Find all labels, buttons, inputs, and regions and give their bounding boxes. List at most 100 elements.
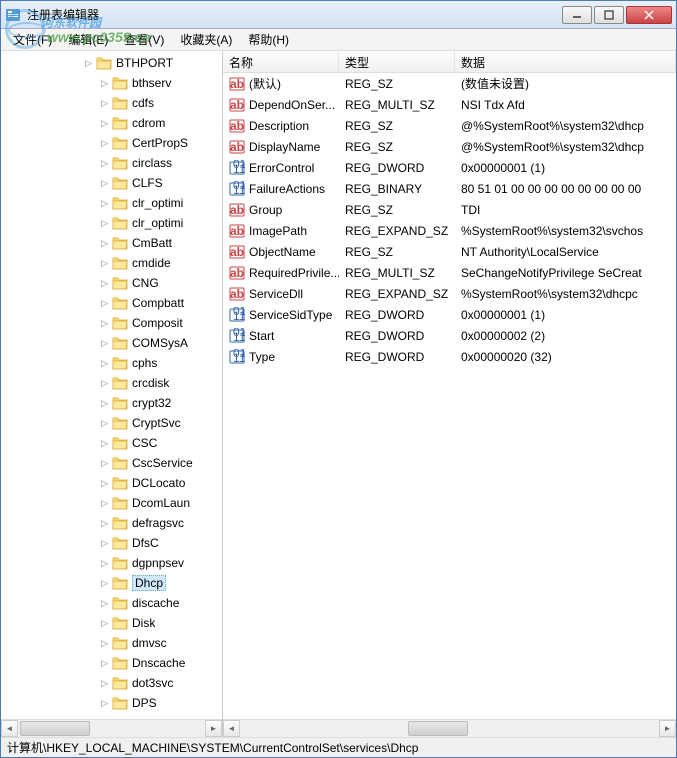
expand-icon[interactable]: ▷ [99,278,110,289]
tree-item[interactable]: ▷cdfs [1,93,222,113]
menu-edit[interactable]: 编辑(E) [60,29,116,50]
tree-item[interactable]: ▷dot3svc [1,673,222,693]
scroll-left-icon[interactable]: ◄ [223,720,240,737]
expand-icon[interactable]: ▷ [99,258,110,269]
expand-icon[interactable]: ▷ [99,218,110,229]
expand-icon[interactable]: ▷ [99,478,110,489]
expand-icon[interactable]: ▷ [99,618,110,629]
tree-item[interactable]: ▷CryptSvc [1,413,222,433]
expand-icon[interactable]: ▷ [99,418,110,429]
tree-item[interactable]: ▷cmdide [1,253,222,273]
tree-item[interactable]: ▷CSC [1,433,222,453]
expand-icon[interactable]: ▷ [99,598,110,609]
expand-icon[interactable]: ▷ [99,138,110,149]
tree-item[interactable]: ▷bthserv [1,73,222,93]
scroll-left-icon[interactable]: ◄ [1,720,18,737]
list-row[interactable]: abImagePathREG_EXPAND_SZ%SystemRoot%\sys… [223,220,676,241]
list-row[interactable]: abServiceDllREG_EXPAND_SZ%SystemRoot%\sy… [223,283,676,304]
maximize-button[interactable] [594,6,624,24]
scroll-thumb[interactable] [20,721,90,736]
tree-item[interactable]: ▷DcomLaun [1,493,222,513]
tree-item[interactable]: ▷DfsC [1,533,222,553]
tree-item[interactable]: ▷BTHPORT [1,53,222,73]
list-row[interactable]: abRequiredPrivile...REG_MULTI_SZSeChange… [223,262,676,283]
tree-item[interactable]: ▷cphs [1,353,222,373]
expand-icon[interactable]: ▷ [99,238,110,249]
list-row[interactable]: abObjectNameREG_SZNT Authority\LocalServ… [223,241,676,262]
tree-item[interactable]: ▷defragsvc [1,513,222,533]
expand-icon[interactable]: ▷ [99,678,110,689]
tree-item[interactable]: ▷CmBatt [1,233,222,253]
list-row[interactable]: 011110StartREG_DWORD0x00000002 (2) [223,325,676,346]
list-row[interactable]: abDescriptionREG_SZ@%SystemRoot%\system3… [223,115,676,136]
list-row[interactable]: 011110ErrorControlREG_DWORD0x00000001 (1… [223,157,676,178]
tree-item[interactable]: ▷DPS [1,693,222,713]
expand-icon[interactable]: ▷ [99,118,110,129]
expand-icon[interactable]: ▷ [99,558,110,569]
col-header-data[interactable]: 数据 [455,51,676,72]
tree-item[interactable]: ▷CscService [1,453,222,473]
tree-item[interactable]: ▷dgpnpsev [1,553,222,573]
tree-item[interactable]: ▷circlass [1,153,222,173]
list-row[interactable]: abDependOnSer...REG_MULTI_SZNSI Tdx Afd [223,94,676,115]
tree-item[interactable]: ▷clr_optimi [1,213,222,233]
expand-icon[interactable]: ▷ [99,578,110,589]
tree-item[interactable]: ▷crcdisk [1,373,222,393]
list-row[interactable]: abDisplayNameREG_SZ@%SystemRoot%\system3… [223,136,676,157]
list-row[interactable]: 011110ServiceSidTypeREG_DWORD0x00000001 … [223,304,676,325]
tree-item[interactable]: ▷CNG [1,273,222,293]
tree-item[interactable]: ▷Compbatt [1,293,222,313]
menu-help[interactable]: 帮助(H) [240,29,297,50]
tree-item[interactable]: ▷DCLocato [1,473,222,493]
expand-icon[interactable]: ▷ [99,298,110,309]
expand-icon[interactable]: ▷ [99,518,110,529]
list-row[interactable]: 011110FailureActionsREG_BINARY80 51 01 0… [223,178,676,199]
expand-icon[interactable]: ▷ [99,98,110,109]
scroll-right-icon[interactable]: ► [205,720,222,737]
list-hscrollbar[interactable]: ◄ ► [223,719,676,737]
list-row[interactable]: ab(默认)REG_SZ(数值未设置) [223,73,676,94]
expand-icon[interactable]: ▷ [83,58,94,69]
menu-favorites[interactable]: 收藏夹(A) [172,29,240,50]
menu-view[interactable]: 查看(V) [116,29,172,50]
expand-icon[interactable]: ▷ [99,698,110,709]
expand-icon[interactable]: ▷ [99,358,110,369]
expand-icon[interactable]: ▷ [99,538,110,549]
expand-icon[interactable]: ▷ [99,78,110,89]
list-row[interactable]: 011110TypeREG_DWORD0x00000020 (32) [223,346,676,367]
expand-icon[interactable]: ▷ [99,178,110,189]
expand-icon[interactable]: ▷ [99,318,110,329]
expand-icon[interactable]: ▷ [99,158,110,169]
tree-item[interactable]: ▷Disk [1,613,222,633]
tree-item[interactable]: ▷crypt32 [1,393,222,413]
close-button[interactable] [626,6,672,24]
tree-item[interactable]: ▷Composit [1,313,222,333]
expand-icon[interactable]: ▷ [99,378,110,389]
tree-item[interactable]: ▷dmvsc [1,633,222,653]
menu-file[interactable]: 文件(F) [5,29,60,50]
tree-item[interactable]: ▷cdrom [1,113,222,133]
list-row[interactable]: abGroupREG_SZTDI [223,199,676,220]
tree-item[interactable]: ▷discache [1,593,222,613]
tree-hscrollbar[interactable]: ◄ ► [1,719,222,737]
expand-icon[interactable]: ▷ [99,198,110,209]
scroll-thumb[interactable] [408,721,468,736]
expand-icon[interactable]: ▷ [99,498,110,509]
expand-icon[interactable]: ▷ [99,458,110,469]
tree-item[interactable]: ▷CLFS [1,173,222,193]
col-header-name[interactable]: 名称 [223,51,339,72]
col-header-type[interactable]: 类型 [339,51,455,72]
minimize-button[interactable] [562,6,592,24]
tree-item[interactable]: ▷Dnscache [1,653,222,673]
expand-icon[interactable]: ▷ [99,658,110,669]
tree-item[interactable]: ▷Dhcp [1,573,222,593]
tree-item[interactable]: ▷COMSysA [1,333,222,353]
expand-icon[interactable]: ▷ [99,398,110,409]
expand-icon[interactable]: ▷ [99,438,110,449]
expand-icon[interactable]: ▷ [99,638,110,649]
titlebar: 注册表编辑器 [1,1,676,29]
expand-icon[interactable]: ▷ [99,338,110,349]
tree-item[interactable]: ▷clr_optimi [1,193,222,213]
tree-item[interactable]: ▷CertPropS [1,133,222,153]
scroll-right-icon[interactable]: ► [659,720,676,737]
